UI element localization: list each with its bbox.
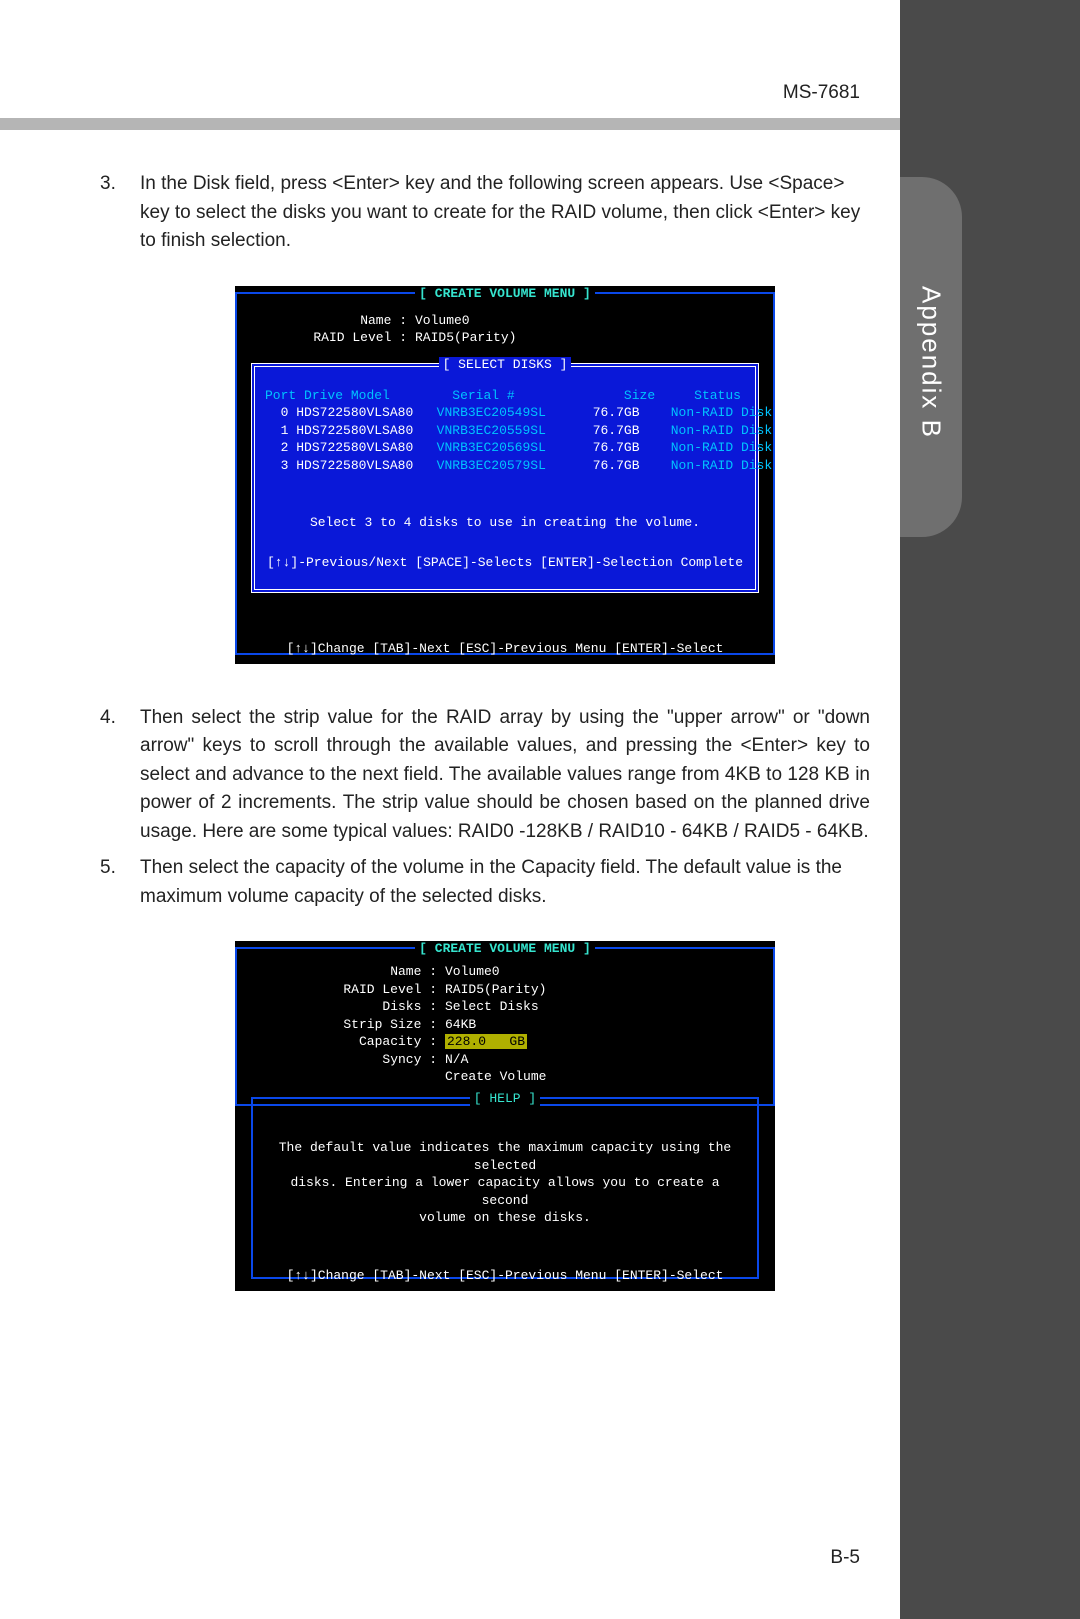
table-row[interactable]: 0 HDS722580VLSA80 VNRB3EC20549SL 76.7GB … bbox=[265, 404, 745, 422]
bios1-outer-frame: [ CREATE VOLUME MENU ] Name :Volume0 RAI… bbox=[235, 292, 775, 656]
step-5-text: Then select the capacity of the volume i… bbox=[140, 857, 842, 907]
bios1-raid-label: RAID Level : bbox=[237, 329, 407, 347]
bios2-help-line3: volume on these disks. bbox=[273, 1209, 737, 1227]
bios1-title: [ CREATE VOLUME MENU ] bbox=[237, 285, 773, 303]
bios-screenshot-select-disks: [ CREATE VOLUME MENU ] Name :Volume0 RAI… bbox=[235, 286, 775, 664]
table-row[interactable]: 3 HDS722580VLSA80 VNRB3EC20579SL 76.7GB … bbox=[265, 457, 745, 475]
appendix-tab-label: Appendix B bbox=[916, 276, 947, 439]
bios2-help-line2: disks. Entering a lower capacity allows … bbox=[273, 1174, 737, 1209]
bios1-key-hints: [↑↓]-Previous/Next[SPACE]-Selects[ENTER]… bbox=[265, 554, 745, 578]
bios1-name-label: Name : bbox=[237, 312, 407, 330]
step-3-num: 3. bbox=[100, 170, 116, 199]
create-volume-item[interactable]: Create Volume bbox=[437, 1068, 546, 1086]
page-number: B-5 bbox=[830, 1547, 860, 1569]
step-4-num: 4. bbox=[100, 704, 116, 733]
table-row[interactable]: 2 HDS722580VLSA80 VNRB3EC20569SL 76.7GB … bbox=[265, 439, 745, 457]
bios1-top-fields: Name :Volume0 RAID Level :RAID5(Parity) bbox=[237, 294, 773, 357]
content-area: 3. In the Disk field, press <Enter> key … bbox=[100, 170, 870, 1331]
bios2-help-panel: [ HELP ] The default value indicates the… bbox=[251, 1097, 759, 1279]
step-4-text: Then select the strip value for the RAID… bbox=[140, 707, 870, 842]
capacity-field-selected[interactable]: 228.0 GB bbox=[445, 1034, 527, 1049]
appendix-tab: Appendix B bbox=[900, 177, 962, 537]
document-page: MS-7681 3. In the Disk field, press <Ent… bbox=[0, 0, 900, 1619]
steps-list: 3. In the Disk field, press <Enter> key … bbox=[100, 170, 870, 1291]
bios1-raid-value: RAID5(Parity) bbox=[407, 329, 516, 347]
bios2-bottom-hints: [↑↓]Change [TAB]-Next [ESC]-Previous Men… bbox=[235, 1267, 775, 1285]
doc-id: MS-7681 bbox=[783, 82, 860, 104]
step-4: 4. Then select the strip value for the R… bbox=[100, 704, 870, 847]
step-3-text: In the Disk field, press <Enter> key and… bbox=[140, 173, 860, 251]
bios2-outer-frame: [ CREATE VOLUME MENU ] Name :Volume0 RAI… bbox=[235, 947, 775, 1106]
bios1-table-header: Port Drive Model Serial # Size Status bbox=[265, 387, 745, 405]
bios-screenshot-capacity: [ CREATE VOLUME MENU ] Name :Volume0 RAI… bbox=[235, 941, 775, 1291]
bios2-help-line1: The default value indicates the maximum … bbox=[273, 1139, 737, 1174]
bios1-select-disks-panel: [ SELECT DISKS ] Port Drive Model Serial… bbox=[251, 363, 759, 594]
table-row[interactable]: 1 HDS722580VLSA80 VNRB3EC20559SL 76.7GB … bbox=[265, 422, 745, 440]
bios1-select-title: [ SELECT DISKS ] bbox=[255, 356, 755, 374]
bios2-help-title: [ HELP ] bbox=[253, 1090, 757, 1108]
bios1-bottom-hints: [↑↓]Change [TAB]-Next [ESC]-Previous Men… bbox=[235, 640, 775, 658]
bios2-title: [ CREATE VOLUME MENU ] bbox=[237, 940, 773, 958]
bios1-instruction: Select 3 to 4 disks to use in creating t… bbox=[265, 514, 745, 532]
bios1-name-value: Volume0 bbox=[407, 312, 470, 330]
step-5: 5. Then select the capacity of the volum… bbox=[100, 854, 870, 1291]
bios2-fields: Name :Volume0 RAID Level :RAID5(Parity) … bbox=[237, 949, 773, 1096]
header-band bbox=[0, 118, 900, 130]
step-5-num: 5. bbox=[100, 854, 116, 883]
step-3: 3. In the Disk field, press <Enter> key … bbox=[100, 170, 870, 664]
